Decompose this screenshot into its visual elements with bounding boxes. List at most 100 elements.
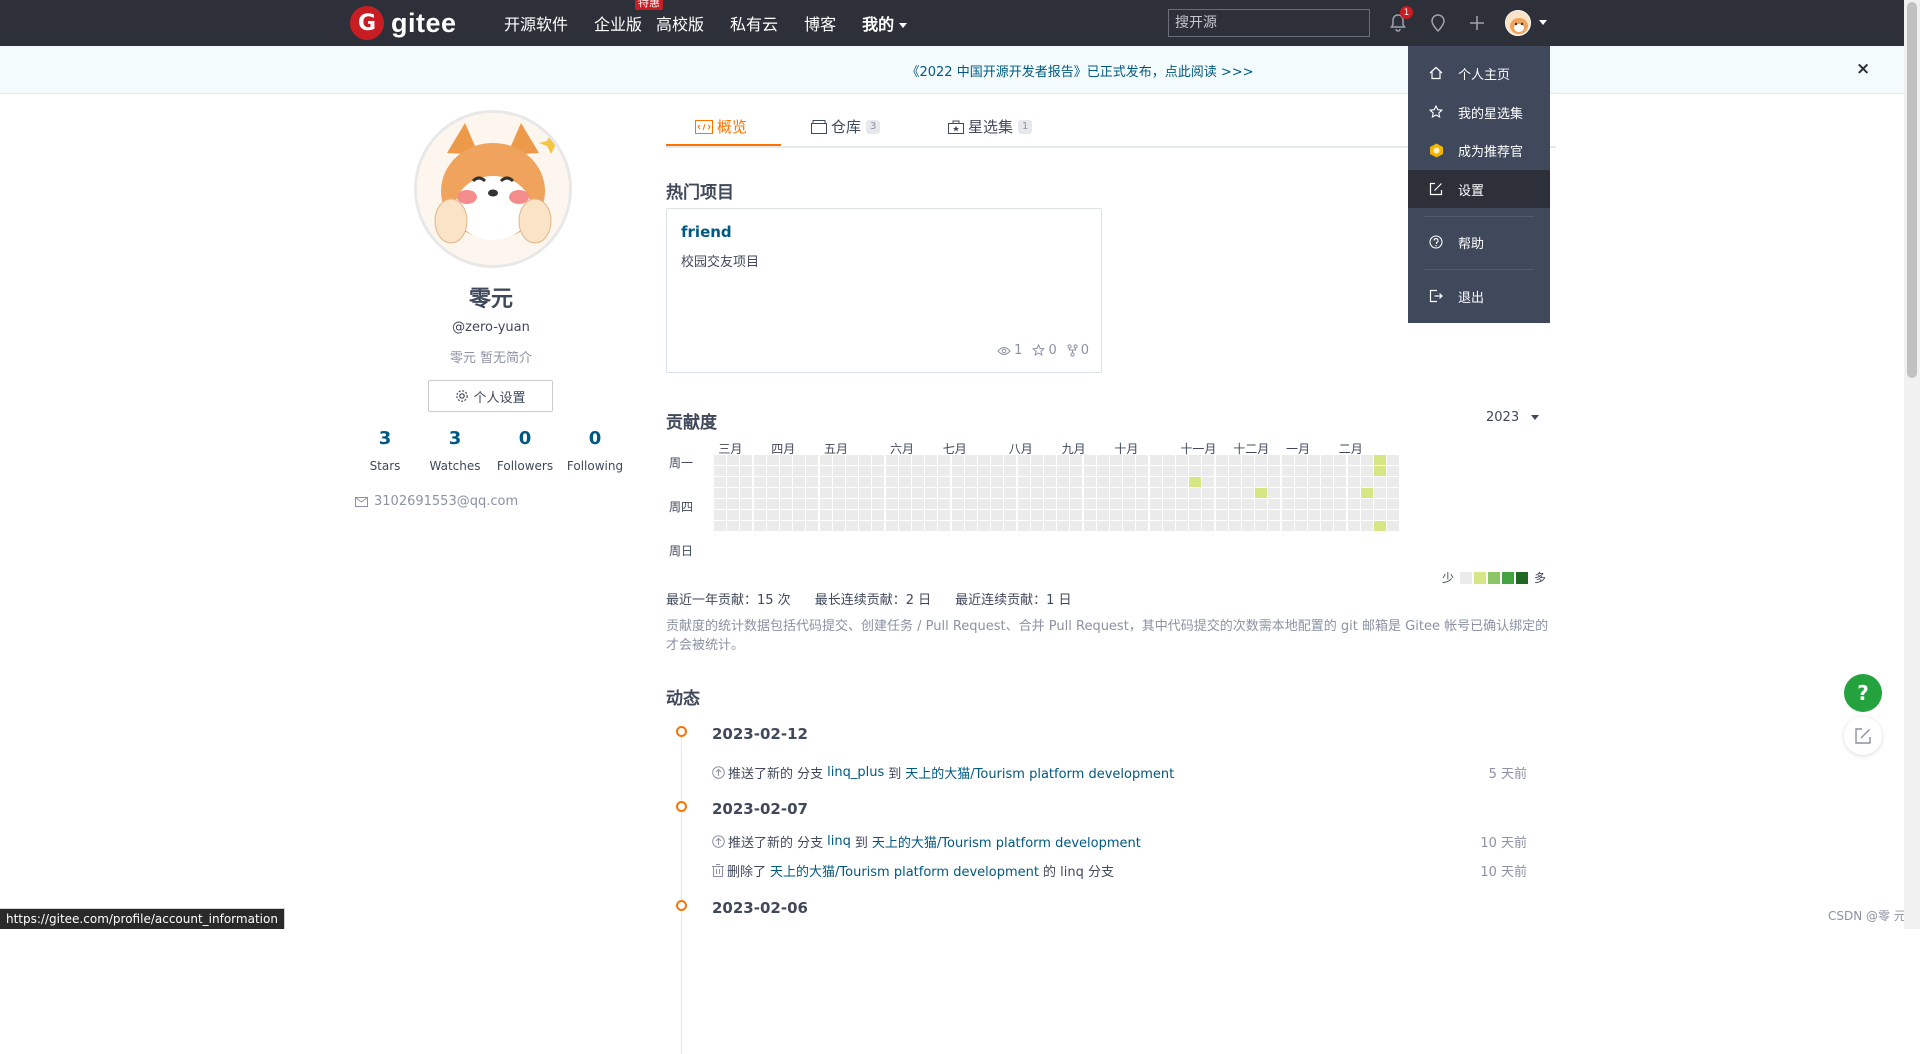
contribution-cell[interactable] (1347, 521, 1360, 531)
contribution-cell[interactable] (1215, 521, 1228, 531)
contribution-cell[interactable] (753, 488, 766, 498)
contribution-cell[interactable] (1347, 499, 1360, 509)
tab-repositories[interactable]: 仓库 3 (811, 116, 881, 137)
contribution-cell[interactable] (1268, 477, 1281, 487)
contribution-cell[interactable] (1044, 455, 1056, 465)
contribution-cell[interactable] (1215, 466, 1228, 476)
contribution-cell[interactable] (1110, 521, 1122, 531)
contribution-cell[interactable] (766, 521, 779, 531)
contribution-cell[interactable] (872, 488, 885, 498)
gitee-logo[interactable]: G gitee (350, 6, 457, 40)
contribution-cell[interactable] (978, 521, 990, 531)
contribution-cell[interactable] (1176, 488, 1188, 498)
contribution-cell[interactable] (1004, 477, 1017, 487)
contribution-cell[interactable] (1017, 499, 1030, 509)
contribution-cell[interactable] (1123, 521, 1136, 531)
contribution-cell[interactable] (1057, 499, 1070, 509)
nav-open-source[interactable]: 开源软件 (504, 11, 568, 35)
contribution-cell[interactable] (978, 455, 990, 465)
contribution-cell[interactable] (1070, 477, 1083, 487)
contribution-cell[interactable] (727, 510, 740, 520)
contribution-cell[interactable] (1334, 466, 1347, 476)
contribution-cell[interactable] (832, 521, 845, 531)
contribution-cell[interactable] (1294, 521, 1307, 531)
contribution-cell[interactable] (1347, 466, 1360, 476)
contribution-cell[interactable] (1083, 521, 1096, 531)
contribution-cell[interactable] (1136, 521, 1149, 531)
contribution-cell[interactable] (898, 477, 911, 487)
contribution-cell[interactable] (1136, 477, 1149, 487)
user-avatar[interactable] (1505, 10, 1531, 36)
contribution-cell[interactable] (793, 499, 806, 509)
contribution-cell[interactable] (819, 477, 832, 487)
contribution-cell[interactable] (1347, 488, 1360, 498)
contribution-cell[interactable] (1202, 466, 1215, 476)
contribution-cell[interactable] (1360, 466, 1373, 476)
contribution-cell[interactable] (1242, 477, 1254, 487)
contribution-cell[interactable] (1321, 510, 1334, 520)
contribution-cell[interactable] (832, 499, 845, 509)
contribution-cell[interactable] (1189, 477, 1202, 487)
contribution-cell[interactable] (1308, 455, 1320, 465)
contribution-cell[interactable] (872, 499, 885, 509)
contribution-cell[interactable] (885, 466, 898, 476)
contribution-cell[interactable] (938, 521, 951, 531)
menu-item-recommender[interactable]: 成为推荐官 (1408, 131, 1550, 169)
contribution-cell[interactable] (753, 466, 766, 476)
contribution-cell[interactable] (1374, 488, 1386, 498)
contribution-cell[interactable] (1057, 477, 1070, 487)
contribution-cell[interactable] (1149, 521, 1162, 531)
contribution-cell[interactable] (938, 488, 951, 498)
contribution-cell[interactable] (1110, 466, 1122, 476)
contribution-cell[interactable] (1242, 488, 1254, 498)
contribution-cell[interactable] (793, 510, 806, 520)
contribution-cell[interactable] (1294, 466, 1307, 476)
contribution-cell[interactable] (925, 477, 938, 487)
contribution-cell[interactable] (846, 466, 858, 476)
contribution-cell[interactable] (898, 466, 911, 476)
contribution-cell[interactable] (912, 477, 924, 487)
event-repo-link[interactable]: 天上的大猫/Tourism platform development (770, 861, 1039, 880)
contribution-cell[interactable] (1162, 477, 1175, 487)
contribution-cell[interactable] (1162, 455, 1175, 465)
contribution-cell[interactable] (991, 477, 1004, 487)
contribution-cell[interactable] (859, 499, 872, 509)
contribution-cell[interactable] (793, 477, 806, 487)
contribution-cell[interactable] (1083, 488, 1096, 498)
contribution-cell[interactable] (1189, 499, 1202, 509)
contribution-cell[interactable] (1228, 455, 1241, 465)
contribution-cell[interactable] (1030, 499, 1043, 509)
contribution-cell[interactable] (1228, 521, 1241, 531)
contribution-cell[interactable] (991, 510, 1004, 520)
contribution-cell[interactable] (727, 521, 740, 531)
contribution-cell[interactable] (925, 466, 938, 476)
event-branch-link[interactable]: linq_plus (827, 765, 884, 780)
stat-followers[interactable]: 0 Followers (490, 428, 560, 473)
contribution-cell[interactable] (806, 510, 819, 520)
contribution-cell[interactable] (1215, 477, 1228, 487)
contribution-cell[interactable] (753, 521, 766, 531)
contribution-cell[interactable] (938, 499, 951, 509)
contribution-cell[interactable] (951, 521, 964, 531)
project-name-link[interactable]: friend (681, 223, 732, 241)
contribution-cell[interactable] (1255, 466, 1268, 476)
contribution-cell[interactable] (806, 521, 819, 531)
avatar-chevron-down-icon[interactable] (1539, 20, 1547, 25)
contribution-cell[interactable] (1228, 466, 1241, 476)
contribution-cell[interactable] (1176, 521, 1188, 531)
contribution-cell[interactable] (872, 510, 885, 520)
nav-private-cloud[interactable]: 私有云 (730, 11, 778, 35)
profile-settings-button[interactable]: 个人设置 (428, 380, 553, 412)
contribution-cell[interactable] (1334, 455, 1347, 465)
contribution-cell[interactable] (780, 466, 792, 476)
contribution-cell[interactable] (1228, 499, 1241, 509)
contribution-cell[interactable] (898, 521, 911, 531)
contribution-cell[interactable] (1189, 466, 1202, 476)
contribution-cell[interactable] (766, 455, 779, 465)
contribution-cell[interactable] (1387, 510, 1400, 520)
contribution-cell[interactable] (1070, 499, 1083, 509)
contribution-cell[interactable] (1044, 488, 1056, 498)
contribution-cell[interactable] (978, 510, 990, 520)
contribution-cell[interactable] (1202, 499, 1215, 509)
contribution-cell[interactable] (1017, 521, 1030, 531)
